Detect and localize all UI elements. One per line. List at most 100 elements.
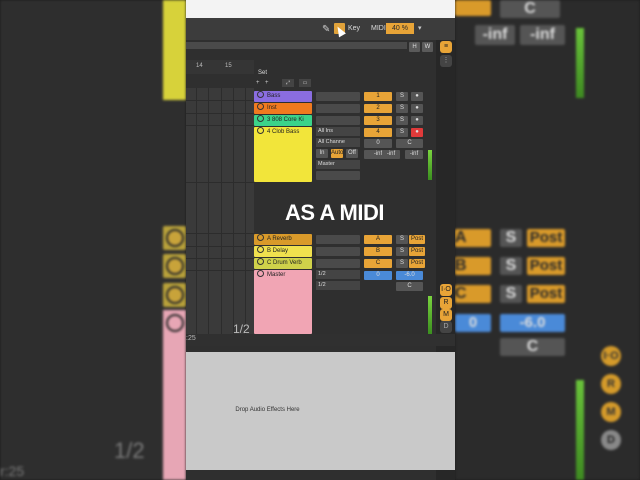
bg-r-icon: R xyxy=(601,374,621,394)
resize-icon[interactable]: ⤢ xyxy=(282,79,294,87)
h-button[interactable]: H xyxy=(409,42,420,52)
bg-zero-box: 0 xyxy=(455,314,491,332)
fold-icon[interactable] xyxy=(257,103,264,110)
track-name: 4 Clob Bass xyxy=(267,129,300,135)
master-pan-knob[interactable]: C xyxy=(396,282,423,291)
add-icon[interactable]: + xyxy=(256,80,260,86)
solo-button[interactable]: S xyxy=(396,92,408,101)
set-label: Set xyxy=(258,70,268,76)
monitor-in-button[interactable]: In xyxy=(316,149,328,158)
input-channel-select[interactable]: All Channe xyxy=(316,138,360,147)
cue-out-select[interactable]: 1/2 xyxy=(316,270,360,279)
arm-icon[interactable]: ● xyxy=(411,128,423,137)
bg-s-button: S xyxy=(500,229,522,247)
return-header-b[interactable]: B Delay xyxy=(254,246,312,257)
track-name: 3 808 Core Ki xyxy=(267,117,304,123)
bg-s-button: S xyxy=(500,257,522,275)
output-channel-select[interactable] xyxy=(316,171,360,180)
post-button[interactable]: Post xyxy=(409,235,425,244)
bg-post-button: Post xyxy=(527,257,565,275)
track-header-clob-bass[interactable]: 4 Clob Bass xyxy=(254,127,312,182)
w-button[interactable]: W xyxy=(422,42,433,52)
post-button[interactable]: Post xyxy=(409,247,425,256)
fold-icon[interactable] xyxy=(257,91,264,98)
fold-icon[interactable] xyxy=(257,115,264,122)
pan-display[interactable]: 0 xyxy=(364,139,392,148)
fold-icon[interactable] xyxy=(257,234,264,241)
returns-toggle-icon[interactable]: R xyxy=(440,297,452,309)
grid-row-line xyxy=(186,182,254,183)
arm-icon[interactable]: ● xyxy=(411,104,423,113)
track-activator[interactable]: 2 xyxy=(364,104,392,113)
arm-icon[interactable]: ● xyxy=(411,92,423,101)
overview-bar[interactable] xyxy=(186,42,407,49)
zoom-display[interactable]: 40 % xyxy=(386,23,414,34)
bg-d-icon: D xyxy=(601,430,621,450)
solo-button[interactable]: S xyxy=(396,116,408,125)
post-button[interactable]: Post xyxy=(409,259,425,268)
fold-icon[interactable] xyxy=(257,270,264,277)
clip-slot[interactable] xyxy=(316,116,360,125)
add-icon[interactable]: + xyxy=(265,80,269,86)
solo-button[interactable]: S xyxy=(396,128,408,137)
master-level-meter xyxy=(428,296,432,334)
time-label: :25 xyxy=(186,335,196,342)
bg-fold-icon xyxy=(166,229,184,247)
video-caption: AS A MIDI xyxy=(285,200,384,225)
bg-return-b: B xyxy=(455,257,491,275)
delay-toggle-icon[interactable]: D xyxy=(440,321,452,333)
io-toggle-icon[interactable]: I·O xyxy=(440,284,452,296)
track-header-inst[interactable]: Inst xyxy=(254,103,312,114)
clip-slot[interactable] xyxy=(316,92,360,101)
input-type-select[interactable]: All Ins xyxy=(316,127,360,136)
drop-hint-text: Drop Audio Effects Here xyxy=(235,407,300,413)
track-activator[interactable]: 1 xyxy=(364,92,392,101)
fold-icon[interactable] xyxy=(257,127,264,134)
clip-slot[interactable] xyxy=(316,104,360,113)
solo-button[interactable]: S xyxy=(396,104,408,113)
monitor-off-button[interactable]: Off xyxy=(346,149,358,158)
midi-map-label[interactable]: MIDI xyxy=(371,25,386,32)
master-volume-display[interactable]: -6.0 xyxy=(396,271,423,280)
pan-knob[interactable]: C xyxy=(396,139,423,148)
solo-button[interactable]: S xyxy=(396,235,408,244)
return-activator[interactable]: C xyxy=(364,259,392,268)
track-level-meter xyxy=(428,150,432,180)
grid-row-line xyxy=(186,233,254,234)
clip-slot[interactable] xyxy=(316,259,360,268)
toolbar: ✎ Key MIDI 40 % ▾ xyxy=(186,18,455,40)
master-header[interactable]: Master xyxy=(254,270,312,334)
pencil-icon[interactable]: ✎ xyxy=(322,24,330,35)
mixer-toggle-icon[interactable]: M xyxy=(440,309,452,321)
track-header-808[interactable]: 3 808 Core Ki xyxy=(254,115,312,126)
return-activator[interactable]: B xyxy=(364,247,392,256)
bg-inf-box: -inf xyxy=(520,25,565,45)
lock-icon[interactable]: ▭ xyxy=(299,79,311,87)
output-type-select[interactable]: Master xyxy=(316,160,360,169)
chevron-down-icon[interactable]: ▾ xyxy=(418,24,422,32)
monitor-auto-button[interactable]: Auto xyxy=(331,149,343,158)
return-header-a[interactable]: A Reverb xyxy=(254,234,312,245)
return-header-c[interactable]: C Drum Verb xyxy=(254,258,312,269)
clip-slot[interactable] xyxy=(316,235,360,244)
return-activator[interactable]: A xyxy=(364,235,392,244)
fold-icon[interactable] xyxy=(257,258,264,265)
key-map-label[interactable]: Key xyxy=(348,25,360,32)
ableton-session-panel: ✎ Key MIDI 40 % ▾ H W ≡ ⋮ 14 15 Set + + … xyxy=(186,0,455,480)
master-pan-display[interactable]: 0 xyxy=(364,271,392,280)
track-activator[interactable]: 4 xyxy=(364,128,392,137)
grid-icon[interactable]: ⋮ xyxy=(440,55,452,67)
master-out-select[interactable]: 1/2 xyxy=(316,281,360,290)
track-name: Inst xyxy=(267,105,277,111)
clip-slot[interactable] xyxy=(316,247,360,256)
track-name: Bass xyxy=(267,93,281,99)
arm-icon[interactable]: ● xyxy=(411,116,423,125)
track-name: A Reverb xyxy=(267,236,292,242)
bg-return-a: A xyxy=(455,229,491,247)
solo-button[interactable]: S xyxy=(396,259,408,268)
solo-button[interactable]: S xyxy=(396,247,408,256)
track-activator[interactable]: 3 xyxy=(364,116,392,125)
track-header-bass[interactable]: Bass xyxy=(254,91,312,102)
fold-icon[interactable] xyxy=(257,246,264,253)
menu-icon[interactable]: ≡ xyxy=(440,41,452,53)
